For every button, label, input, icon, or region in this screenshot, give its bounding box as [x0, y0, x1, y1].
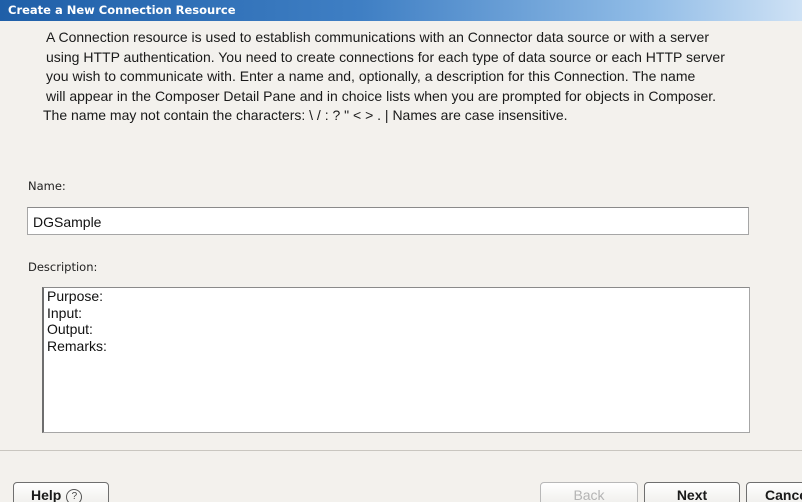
window-title: Create a New Connection Resource: [8, 3, 236, 17]
intro-line: The name may not contain the characters:…: [43, 107, 568, 123]
connection-wizard-window: Create a New Connection Resource A Conne…: [0, 0, 802, 502]
description-line: Remarks:: [47, 337, 107, 354]
back-button[interactable]: Back: [540, 482, 638, 502]
title-bar: Create a New Connection Resource: [0, 0, 802, 21]
button-divider: [0, 450, 802, 451]
description-line: Output:: [47, 321, 93, 337]
description-textarea[interactable]: Purpose: Input: Output: Remarks:: [42, 287, 750, 433]
intro-line: A Connection resource is used to establi…: [46, 29, 710, 45]
intro-line: using HTTP authentication. You need to c…: [46, 48, 725, 65]
intro-line: you wish to communicate with. Enter a na…: [46, 68, 696, 84]
help-button[interactable]: Help?: [13, 482, 109, 502]
help-icon: ?: [66, 489, 83, 502]
intro-text: A Connection resource is used to establi…: [43, 28, 802, 126]
help-button-label: Help: [31, 487, 62, 502]
intro-line: will appear in the Composer Detail Pane …: [46, 87, 717, 104]
cancel-button-label: Cancel: [765, 487, 802, 502]
name-label: Name:: [28, 179, 66, 193]
description-line: Input:: [47, 304, 83, 321]
cancel-button[interactable]: Cancel: [746, 482, 802, 502]
next-button[interactable]: Next: [644, 482, 740, 502]
name-input[interactable]: [27, 207, 749, 235]
description-label: Description:: [28, 260, 98, 274]
next-button-label: Next: [676, 487, 708, 502]
description-line: Purpose:: [47, 288, 104, 304]
back-button-label: Back: [573, 487, 605, 502]
